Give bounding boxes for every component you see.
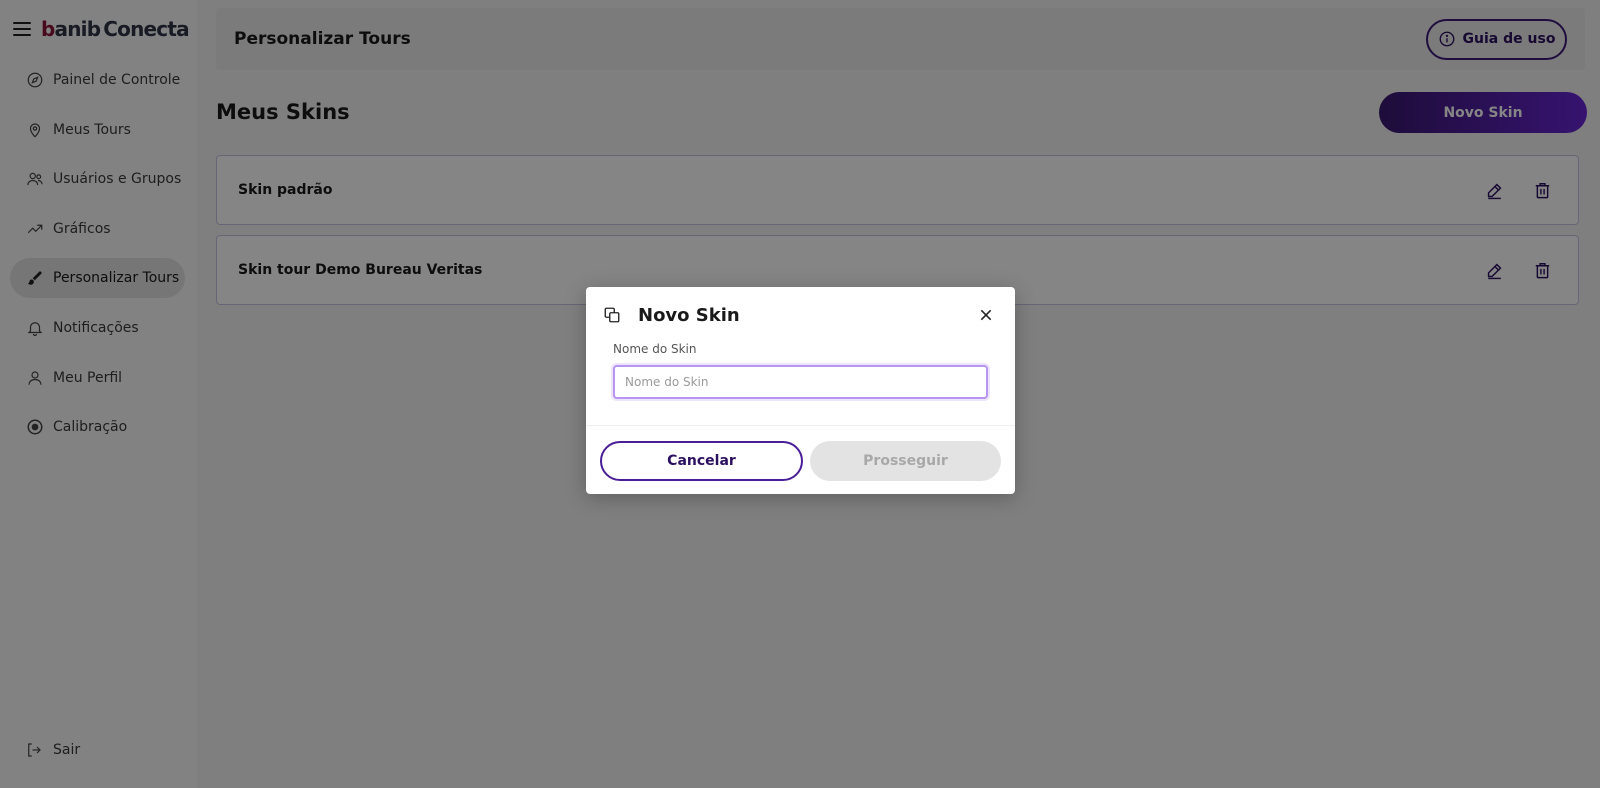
skin-name-input[interactable] [613,365,988,399]
dialog-header: Novo Skin [603,301,998,329]
cancel-button[interactable]: Cancelar [600,441,803,481]
skin-name-label: Nome do Skin [613,342,697,356]
dialog-title: Novo Skin [638,304,740,326]
continue-button[interactable]: Prosseguir [810,441,1001,481]
copy-icon [603,305,623,325]
new-skin-dialog: Novo Skin Nome do Skin Cancelar Prossegu… [586,287,1015,494]
close-icon[interactable] [976,305,996,325]
